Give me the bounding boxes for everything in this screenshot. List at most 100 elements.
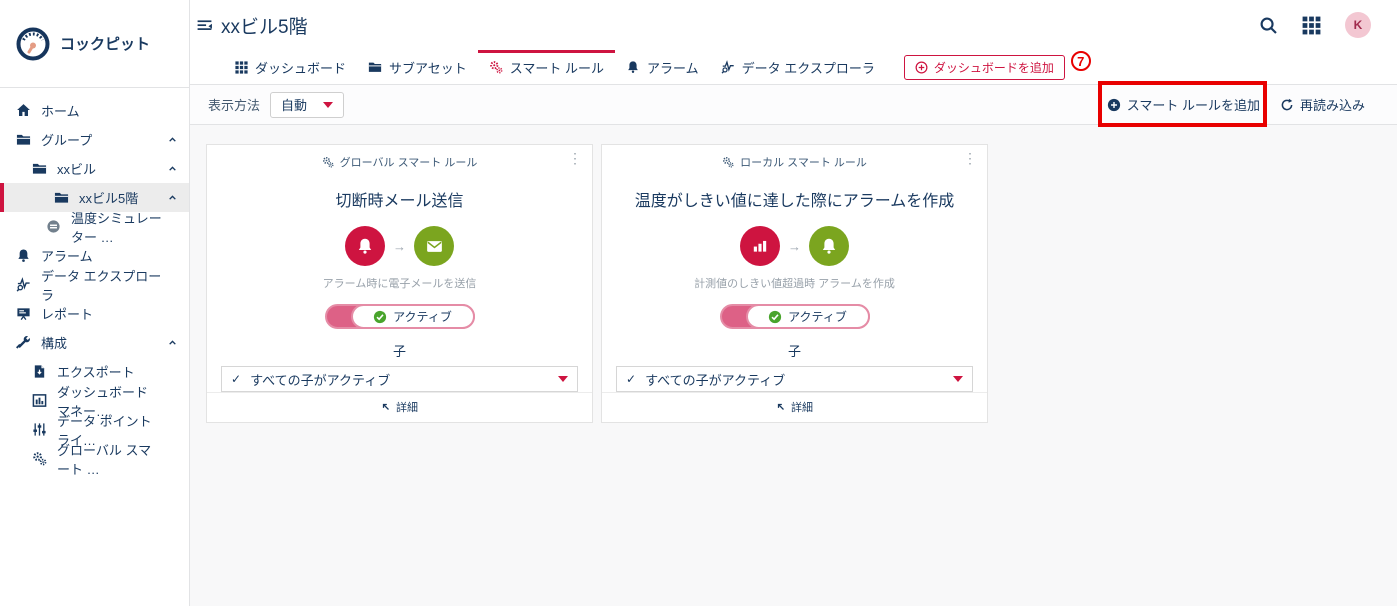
tab-smart-rules[interactable]: スマート ルール [478,50,615,84]
main-area: xxビル5階 K ダッシュボード サブアセット [190,0,1397,606]
children-select[interactable]: ✓ すべての子がアクティブ [616,366,973,391]
export-file-icon [32,364,47,379]
add-smart-rule-button[interactable]: スマート ルールを追加 [1107,95,1260,114]
sidebar-item-temperature-simulator[interactable]: 温度シミュレーター … [0,212,189,241]
rule-type: グローバル スマート ルール [322,154,478,170]
gears-icon [489,60,503,74]
sliders-icon [32,422,47,437]
check-icon: ✓ [626,372,636,386]
sidebar: コックピット ホーム グループ xxビル xxビル5階 [0,0,190,606]
tab-data-explorer[interactable]: データ エクスプローラ [710,50,886,84]
data-explorer-icon [16,277,31,292]
smart-rule-card-local: ローカル スマート ルール ⋮ 温度がしきい値に達した際にアラームを作成 → 計… [601,144,988,423]
sidebar-item-home[interactable]: ホーム [0,96,189,125]
check-circle-icon [768,310,782,324]
device-icon [46,219,61,234]
bell-icon [356,237,374,255]
sidebar-item-label: xxビル [57,159,96,178]
children-select[interactable]: ✓ すべての子がアクティブ [221,366,578,391]
chevron-up-icon [168,193,177,202]
sidebar-item-label: グループ [41,130,92,149]
rule-title: 切断時メール送信 [335,187,463,211]
details-button[interactable]: 詳細 [207,392,592,422]
sidebar-item-label: エクスポート [57,362,135,381]
details-button[interactable]: 詳細 [602,392,987,422]
bar-chart-icon [751,237,769,255]
add-dashboard-button[interactable]: ダッシュボードを追加 [904,55,1065,80]
titlebar: xxビル5階 K [190,0,1397,50]
caret-down-icon [953,376,963,382]
search-button[interactable] [1259,16,1278,35]
measurement-source-badge [740,226,780,266]
sidebar-item-label: レポート [41,304,93,323]
chevron-up-icon [168,135,177,144]
sidebar-item-xx-building[interactable]: xxビル [0,154,189,183]
tab-label: ダッシュボード [255,58,346,77]
chevron-up-icon [168,164,177,173]
folder-icon [368,60,382,74]
details-label: 詳細 [396,399,418,415]
titlebar-actions: K [1259,12,1371,38]
dashboard-manager-icon [32,393,47,408]
sidebar-item-configuration[interactable]: 構成 [0,328,189,357]
toggle-status-label: アクティブ [788,308,847,325]
toggle-status: アクティブ [746,304,870,329]
rule-type-label: ローカル スマート ルール [740,154,867,170]
grid-icon [1302,16,1321,35]
reload-icon [1280,98,1294,112]
app-switcher-button[interactable] [1302,16,1321,35]
tab-label: アラーム [647,58,699,77]
tab-label: データ エクスプローラ [742,58,875,77]
sidebar-item-global-smart-rules[interactable]: グローバル スマート … [0,444,189,473]
rule-type-label: グローバル スマート ルール [340,154,478,170]
rule-active-toggle[interactable]: アクティブ [720,304,870,329]
reload-button[interactable]: 再読み込み [1280,95,1365,114]
children-label: 子 [393,341,406,360]
rule-flow: → [345,226,454,266]
bell-icon [820,237,838,255]
sidebar-item-label: ホーム [41,101,80,120]
children-select-value: すべての子がアクティブ [645,370,785,389]
toggle-status-label: アクティブ [393,308,452,325]
tab-alarms[interactable]: アラーム [615,50,710,84]
caret-down-icon [323,102,333,108]
add-smart-rule-label: スマート ルールを追加 [1127,95,1260,114]
toolbar-actions: スマート ルールを追加 7 再読み込み [1107,95,1365,114]
bell-icon [16,248,31,263]
sidebar-item-groups[interactable]: グループ [0,125,189,154]
bell-icon [626,60,640,74]
details-label: 詳細 [791,399,813,415]
rule-active-toggle[interactable]: アクティブ [325,304,475,329]
page-title: xxビル5階 [221,12,308,39]
grid-icon [235,61,248,74]
display-method-select[interactable]: 自動 [270,92,344,118]
kebab-menu-icon[interactable]: ⋮ [568,151,582,165]
rule-caption: アラーム時に電子メールを送信 [323,275,477,291]
gears-icon [722,156,734,168]
app-logo[interactable]: コックピット [0,0,189,88]
display-method-value: 自動 [281,95,307,114]
gauge-logo-icon [16,27,50,61]
sidebar-item-label: データ エクスプローラ [41,266,163,304]
details-arrow-icon [381,402,391,412]
sidebar-item-reports[interactable]: レポート [0,299,189,328]
alarm-action-badge [809,226,849,266]
gears-icon [32,451,47,466]
toolbar: 表示方法 自動 スマート ルールを追加 7 再読み込み [190,85,1397,125]
collapse-nav-icon[interactable] [196,17,213,34]
report-icon [16,306,31,321]
reload-label: 再読み込み [1300,95,1365,114]
arrow-right-icon: → [393,239,406,254]
add-rule-wrapper: スマート ルールを追加 7 [1107,95,1260,114]
children-select-value: すべての子がアクティブ [250,370,390,389]
folder-icon [32,161,47,176]
kebab-menu-icon[interactable]: ⋮ [963,151,977,165]
smart-rules-list: グローバル スマート ルール ⋮ 切断時メール送信 → アラーム時に電子メールを… [190,125,1397,606]
app-name: コックピット [60,33,150,54]
app-root: コックピット ホーム グループ xxビル xxビル5階 [0,0,1397,606]
check-icon: ✓ [231,372,241,386]
user-avatar[interactable]: K [1345,12,1371,38]
tab-subassets[interactable]: サブアセット [357,50,478,84]
tab-dashboard[interactable]: ダッシュボード [224,50,357,84]
sidebar-item-data-explorer[interactable]: データ エクスプローラ [0,270,189,299]
